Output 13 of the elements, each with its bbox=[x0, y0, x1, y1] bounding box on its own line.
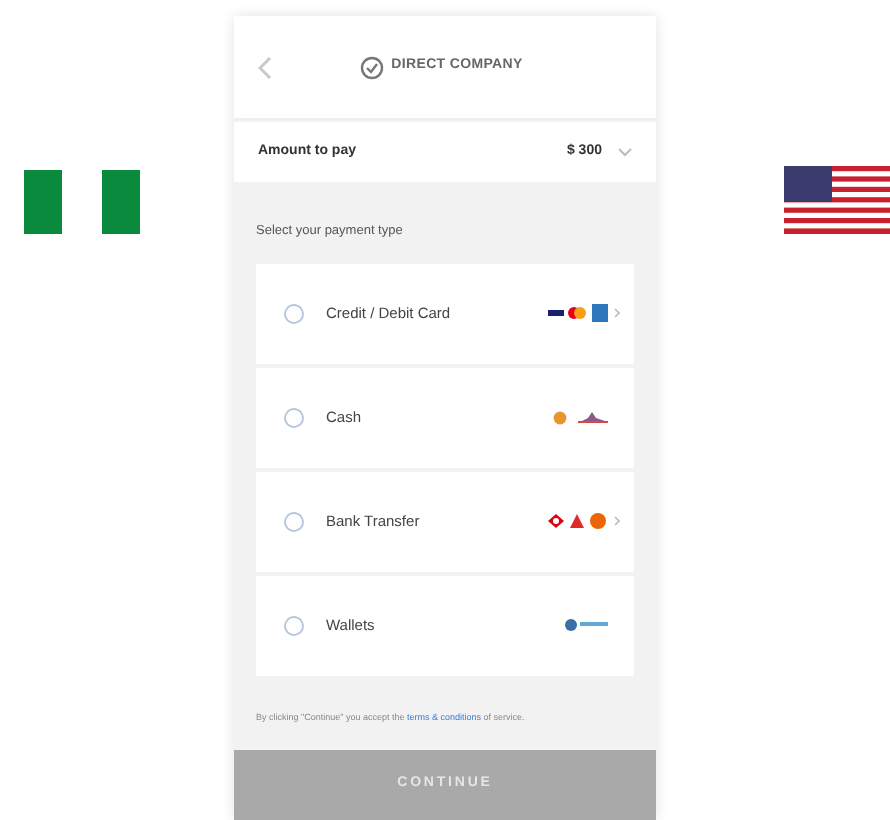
logo-icon bbox=[359, 55, 384, 79]
radio-button[interactable] bbox=[284, 407, 304, 428]
chevron-down-icon bbox=[618, 147, 632, 157]
radio-button[interactable] bbox=[284, 511, 304, 532]
radio-button[interactable] bbox=[284, 615, 304, 636]
flag-icon bbox=[784, 166, 890, 234]
bank-logos-icon bbox=[548, 512, 608, 531]
back-icon[interactable] bbox=[258, 55, 274, 79]
radio-button[interactable] bbox=[284, 303, 304, 324]
card-logos-icon bbox=[548, 304, 608, 323]
flag-icon bbox=[24, 170, 140, 234]
wallet-logos-icon bbox=[564, 618, 608, 633]
cash-logos-icon bbox=[552, 409, 608, 426]
